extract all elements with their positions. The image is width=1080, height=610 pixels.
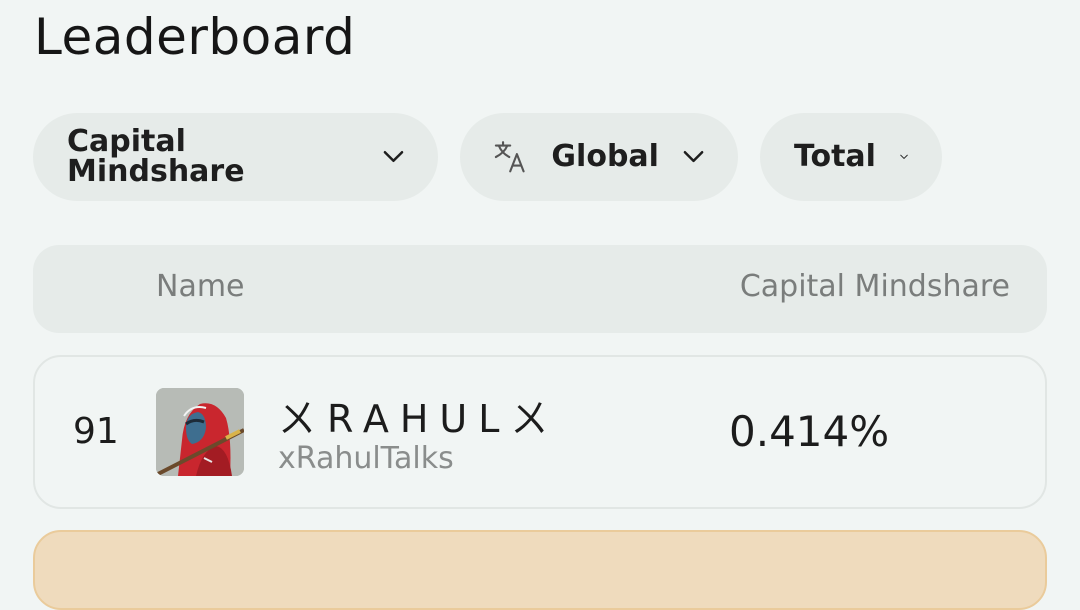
chevron-down-icon [383,151,404,163]
table-row[interactable]: 91 ㄨRAHULㄨ xRahulTalks 0.414% [33,355,1047,509]
column-header-name[interactable]: Name [156,269,245,304]
metric-filter-label: Capital Mindshare [67,124,245,189]
chevron-down-icon [900,154,908,159]
chevron-down-icon [683,150,704,163]
translate-icon [494,141,525,173]
avatar [156,388,244,476]
rank-number: 91 [73,411,119,452]
period-filter-dropdown[interactable]: Total [760,113,942,201]
column-header-metric[interactable]: Capital Mindshare [740,269,1010,304]
region-filter-label: Global [551,139,659,174]
mindshare-value: 0.414% [729,407,890,456]
page-title: Leaderboard [34,8,356,66]
table-header: Name Capital Mindshare [33,245,1047,333]
filter-bar: Capital Mindshare Global Total [33,113,942,201]
user-handle: xRahulTalks [278,441,454,476]
period-filter-label: Total [794,139,876,174]
highlighted-table-row[interactable] [33,530,1047,610]
metric-filter-dropdown[interactable]: Capital Mindshare [33,113,438,201]
user-display-name: ㄨRAHULㄨ [278,397,560,441]
region-filter-dropdown[interactable]: Global [460,113,738,201]
